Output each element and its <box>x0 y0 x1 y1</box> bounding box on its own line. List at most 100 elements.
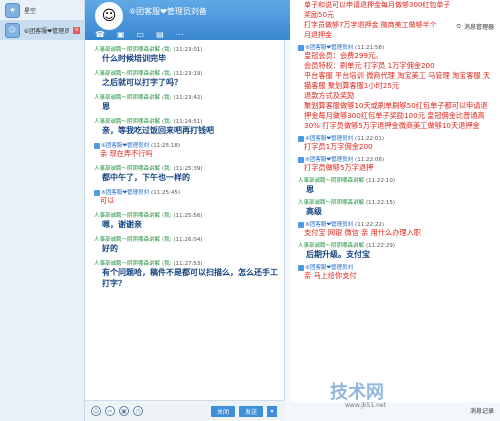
close-button[interactable]: 关闭 <box>210 405 235 417</box>
message-time: (11:22:10) <box>366 178 396 184</box>
message-meta: 人事部诚聘～阴阴哪森讲解 (11:22:15) <box>298 198 494 206</box>
sender-icon <box>94 142 100 149</box>
message-meta: ⑥团客服❤管理员刘 (11:25:18) <box>94 141 278 149</box>
message-meta: ⑥团客服❤管理员刘 (11:22:22) <box>298 220 494 228</box>
message-text: 支付宝 网银 微信 亲 用什么办理入职 <box>304 228 421 237</box>
history-line: 单子和说可以申请退押金每月做够300红包单子 <box>304 1 451 9</box>
sender-icon <box>298 221 304 228</box>
history-top: 单子和说可以申请退押金每月做够300红包单子 奖励50元 打字员做够7万字退押金… <box>290 0 500 40</box>
chat-message: ⑥团客服❤管理员刘 (11:25:45) 可以 <box>85 188 284 206</box>
emoji-icon[interactable]: ☺ <box>91 406 101 416</box>
message-text: 嗯，谢谢亲 <box>102 219 142 229</box>
message-meta: ⑥团客服❤管理员刘 (11:21:58) <box>298 43 494 51</box>
contact-item-admin[interactable]: ☺ ⑥团客服❤管理员 × <box>0 20 84 40</box>
message-text: 都中午了，下午也一样的 <box>102 172 190 182</box>
message-manager-label: 消息管理器 <box>463 24 494 31</box>
message-sender-suffix: (我: <box>162 237 172 243</box>
message-meta: 人事部诚聘～阴阴哪森讲解 (11:22:10) <box>298 176 494 184</box>
chat-message: 人事部诚聘～阴阴哪森讲解 (11:22:15) 高级 <box>290 198 500 217</box>
message-meta: 人事部诚聘～阴阴哪森讲解 (11:22:29) <box>298 241 494 249</box>
message-meta: 人事部诚聘～阴阴哪森讲解 (我: (11:24:51) <box>94 117 278 125</box>
contact-item-star[interactable]: ★ 星空 <box>0 0 84 20</box>
message-time: (11:25:45) <box>151 190 181 196</box>
watermark-url: www.jb51.net <box>345 402 386 409</box>
conversation-pane[interactable]: 人事部诚聘～阴阴哪森讲解 (我: (11:23:01) 什么时候培训完毕 人事部诚聘～阴… <box>85 40 285 400</box>
message-meta: 人事部诚聘～阴阴哪森讲解 (我: (11:25:56) <box>94 211 278 219</box>
history-clock-icon[interactable]: ◷ <box>133 406 143 416</box>
contact-name: ⑥团客服❤管理员 <box>23 27 70 35</box>
clock-icon: ⏲ <box>456 22 461 30</box>
message-text: 恩 <box>306 184 314 194</box>
message-meta: 人事部诚聘～阴阴哪森讲解 (我: (11:25:39) <box>94 164 278 172</box>
message-meta: ⑥团客服❤管理员刘 <box>298 263 494 271</box>
message-records-button[interactable]: 消息记录 <box>470 406 494 415</box>
message-text: 有个问题哈，稿件不是都可以扫描么，怎么还手工打字？ <box>102 267 278 288</box>
history-old-text: 单子和说可以申请退押金每月做够300红包单子 奖励50元 打字员做够7万字退押金… <box>304 0 484 40</box>
contact-avatar-large[interactable]: ☺ <box>95 2 123 30</box>
message-meta: 人事部诚聘～阴阴哪森讲解 (我: (11:23:42) <box>94 93 278 101</box>
message-text: 打字员做够5万字退押 <box>304 163 374 172</box>
contact-name: 星空 <box>24 7 37 15</box>
phone-icon[interactable]: ☎ <box>95 30 105 39</box>
input-bar: ☺ ✂ ▣ ◷ 关闭 发送 ▾ <box>85 400 285 421</box>
screen-share-icon[interactable]: ▭ <box>137 30 145 39</box>
message-text: 皇冠会员：会费299元。 会员特权：刷单元 打字员 1万字佣金200 平台客服 … <box>304 51 491 130</box>
message-sender-suffix: (我: <box>162 95 172 101</box>
chat-message: 人事部诚聘～阴阴哪森讲解 (我: (11:26:04) 好的 <box>85 235 284 254</box>
message-time: (11:23:01) <box>173 47 203 53</box>
send-button[interactable]: 发送 <box>238 405 263 417</box>
chat-message: 人事部诚聘～阴阴哪森讲解 (11:22:10) 恩 <box>290 176 500 195</box>
sender-icon <box>298 264 304 271</box>
sender-icon <box>298 135 304 142</box>
chat-message: ⑥团客服❤管理员刘 (11:21:58) 皇冠会员：会费299元。 会员特权：刷单元… <box>290 43 500 131</box>
message-meta: 人事部诚聘～阴阴哪森讲解 (我: (11:26:04) <box>94 235 278 243</box>
screenshot-icon[interactable]: ✂ <box>105 406 115 416</box>
message-time: (11:22:29) <box>366 243 396 249</box>
message-time: (11:26:04) <box>173 237 203 243</box>
watermark: 技术网 <box>330 382 384 403</box>
chat-message: 人事部诚聘～阴阴哪森讲解 (我: (11:25:39) 都中午了，下午也一样的 <box>85 164 284 183</box>
message-text: 好的 <box>102 243 118 253</box>
message-meta: 人事部诚聘～阴阴哪森讲解 (我: (11:23:19) <box>94 69 278 77</box>
message-meta: 人事部诚聘～阴阴哪森讲解 (我: (11:27:53) <box>94 259 278 267</box>
message-time: (11:25:18) <box>151 143 181 149</box>
message-meta: 人事部诚聘～阴阴哪森讲解 (我: (11:23:01) <box>94 45 278 53</box>
history-line: 奖励50元 <box>304 11 334 19</box>
chat-message: 人事部诚聘～阴阴哪森讲解 (我: (11:23:19) 之后就可以打字了吗？ <box>85 69 284 88</box>
contact-avatar: ★ <box>5 2 20 18</box>
message-text: 后期升级。支付宝 <box>306 249 370 259</box>
chat-title: ⑥团客服❤管理员刘备 <box>129 7 207 16</box>
chat-message: ⑥团客服❤管理员刘 (11:22:01) 打字员1万字佣金200 <box>290 134 500 152</box>
history-line: 月退押金 <box>304 31 332 39</box>
message-text: 亲 马上给你支付 <box>304 271 357 280</box>
chat-message: ⑥团客服❤管理员刘 (11:22:22) 支付宝 网银 微信 亲 用什么办理入职 <box>290 220 500 238</box>
chat-message: 人事部诚聘～阴阴哪森讲解 (我: (11:24:51) 亲，等我吃过饭回来吧再打钱吧 <box>85 117 284 136</box>
chat-message: ⑥团客服❤管理员刘 (11:25:18) 亲 现在弄不行吗 <box>85 141 284 159</box>
video-icon[interactable]: ▣ <box>117 30 125 39</box>
history-pane[interactable]: ⑥团客服❤管理员刘 (11:21:58) 皇冠会员：会费299元。 会员特权：刷单元… <box>290 40 500 420</box>
message-meta: ⑥团客服❤管理员刘 (11:25:45) <box>94 188 278 196</box>
file-icon[interactable]: ▤ <box>156 30 164 39</box>
message-time: (11:22:15) <box>366 200 396 206</box>
close-icon[interactable]: × <box>73 26 80 34</box>
message-text: 恩 <box>102 101 110 111</box>
message-manager-button[interactable]: ⏲ 消息管理器 <box>456 22 494 32</box>
message-meta: ⑥团客服❤管理员刘 (11:22:06) <box>298 155 494 163</box>
sender-icon <box>94 189 100 196</box>
contact-avatar: ☺ <box>5 22 20 38</box>
more-icon[interactable]: ⋯ <box>176 30 184 39</box>
chat-message: 人事部诚聘～阴阴哪森讲解 (我: (11:27:53) 有个问题哈，稿件不是都可以扫描… <box>85 259 284 289</box>
send-options-icon[interactable]: ▾ <box>267 405 277 417</box>
message-text: 打字员1万字佣金200 <box>304 142 373 151</box>
image-icon[interactable]: ▣ <box>119 406 129 416</box>
chat-message: ⑥团客服❤管理员刘亲 马上给你支付 <box>290 263 500 281</box>
message-time: (11:23:42) <box>173 95 203 101</box>
message-text: 高级 <box>306 206 322 216</box>
message-text: 可以 <box>100 196 115 205</box>
chat-toolbar: ☎ ▣ ▭ ▤ ⋯ <box>95 30 184 39</box>
message-sender-suffix: (我: <box>162 213 172 219</box>
chat-message: 人事部诚聘～阴阴哪森讲解 (我: (11:23:01) 什么时候培训完毕 <box>85 45 284 64</box>
sender-icon <box>298 44 304 51</box>
chat-message: 人事部诚聘～阴阴哪森讲解 (我: (11:23:42) 恩 <box>85 93 284 112</box>
chat-message: 人事部诚聘～阴阴哪森讲解 (我: (11:25:56) 嗯，谢谢亲 <box>85 211 284 230</box>
